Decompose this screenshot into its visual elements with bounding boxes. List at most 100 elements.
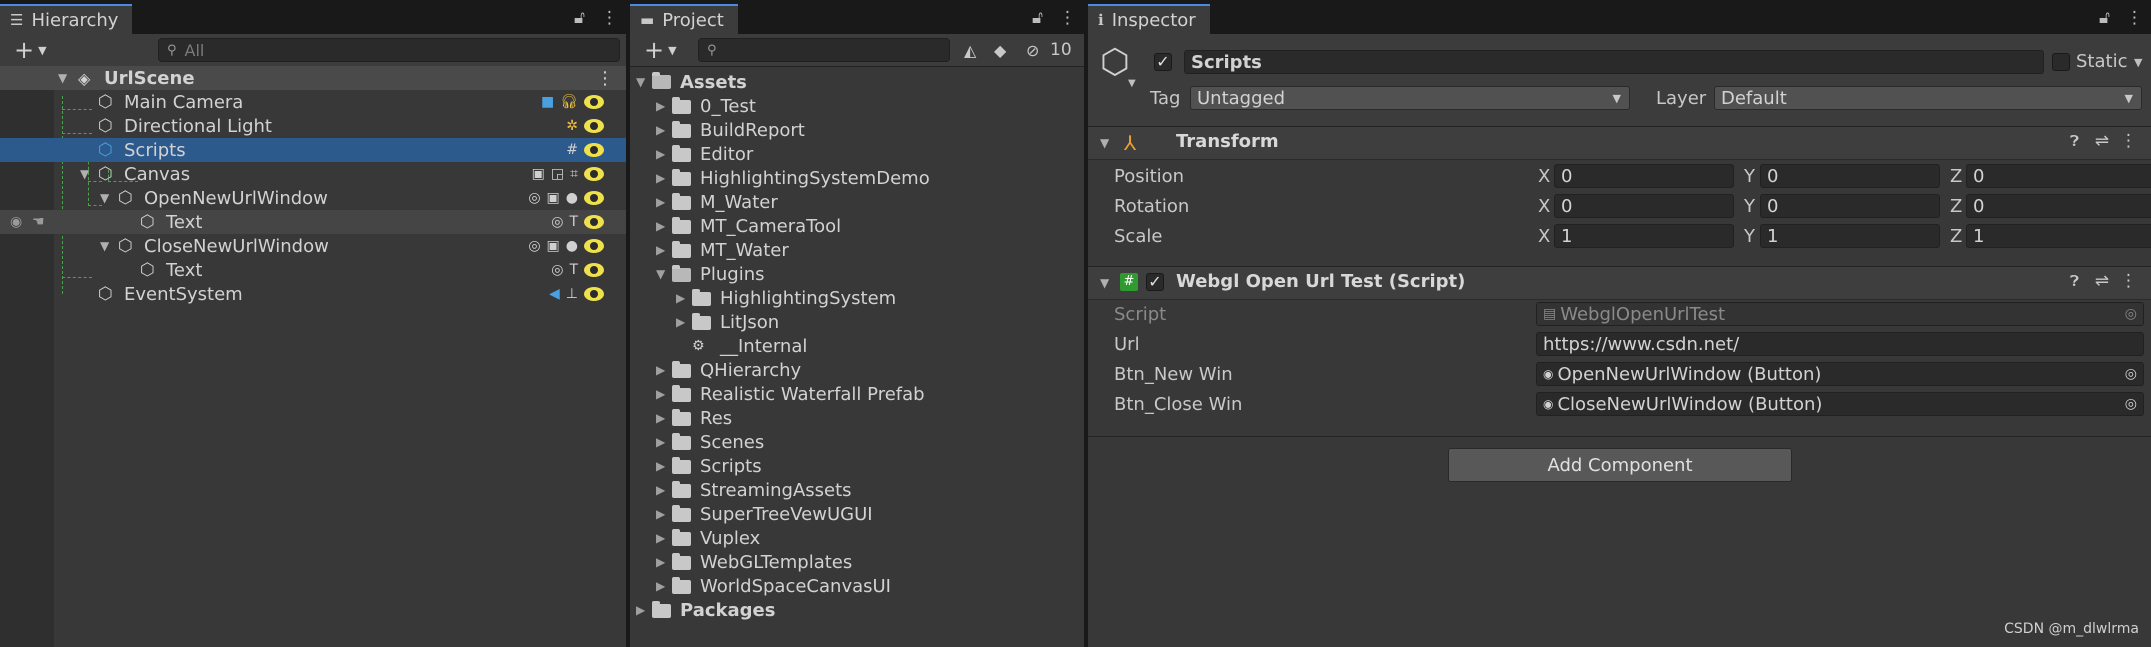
- visibility-eye-icon[interactable]: [584, 167, 604, 181]
- more-menu-icon[interactable]: ⋮: [601, 8, 618, 28]
- chevron-right-icon[interactable]: ▶: [656, 243, 665, 257]
- transform-header[interactable]: ▼ ⅄ Transform ❓︎ ⇌ ⋮: [1088, 126, 2151, 160]
- chevron-right-icon[interactable]: ▶: [636, 603, 645, 617]
- chevron-right-icon[interactable]: ▶: [656, 147, 665, 161]
- folder-item[interactable]: ▶ HighlightingSystemDemo: [630, 166, 1084, 190]
- folder-assets[interactable]: ▼ Assets: [630, 70, 1084, 94]
- btn-close-win-field[interactable]: ◉ CloseNewUrlWindow (Button) ◎: [1536, 392, 2144, 416]
- folder-item[interactable]: ⚙ __Internal: [630, 334, 1084, 358]
- rotation-x-input[interactable]: 0: [1554, 194, 1734, 218]
- folder-item[interactable]: ▶ M_Water: [630, 190, 1084, 214]
- chevron-down-icon[interactable]: ▼: [58, 71, 67, 85]
- label-tag-icon[interactable]: ◆: [994, 41, 1006, 60]
- lock-icon[interactable]: 🔓︎: [1032, 8, 1043, 28]
- hierarchy-item-canvas[interactable]: ▼ ⬡ Canvas ▣ ◲ ⌗: [0, 162, 626, 186]
- visibility-eye-icon[interactable]: [584, 191, 604, 205]
- lock-icon[interactable]: 🔓︎: [574, 8, 585, 28]
- script-enabled-checkbox[interactable]: ✓: [1146, 273, 1164, 291]
- component-menu-icon[interactable]: ⋮: [2120, 131, 2137, 151]
- visibility-eye-icon[interactable]: [584, 215, 604, 229]
- folder-item[interactable]: ▶ Scripts: [630, 454, 1084, 478]
- folder-item[interactable]: ▶ 0_Test: [630, 94, 1084, 118]
- chevron-right-icon[interactable]: ▶: [656, 459, 665, 473]
- chevron-right-icon[interactable]: ▶: [656, 531, 665, 545]
- tag-dropdown[interactable]: Untagged: [1190, 86, 1630, 110]
- chevron-right-icon[interactable]: ▶: [656, 99, 665, 113]
- chevron-right-icon[interactable]: ▶: [656, 171, 665, 185]
- chevron-down-icon[interactable]: ▼: [668, 44, 676, 57]
- project-search-input[interactable]: ⚲: [698, 38, 950, 62]
- chevron-right-icon[interactable]: ▶: [656, 195, 665, 209]
- help-icon[interactable]: ❓︎: [2070, 132, 2079, 150]
- position-z-input[interactable]: 0: [1966, 164, 2151, 188]
- chevron-right-icon[interactable]: ▶: [656, 555, 665, 569]
- chevron-down-icon[interactable]: ▼: [80, 167, 89, 181]
- folder-item[interactable]: ▶ QHierarchy: [630, 358, 1084, 382]
- folder-item[interactable]: ▶ WebGLTemplates: [630, 550, 1084, 574]
- help-icon[interactable]: ❓︎: [2070, 272, 2079, 290]
- presets-icon[interactable]: ⇌: [2095, 131, 2109, 151]
- hierarchy-search-input[interactable]: ⚲ All: [158, 38, 620, 62]
- folder-item[interactable]: ▶ HighlightingSystem: [630, 286, 1084, 310]
- btn-new-win-field[interactable]: ◉ OpenNewUrlWindow (Button) ◎: [1536, 362, 2144, 386]
- more-menu-icon[interactable]: ⋮: [1059, 8, 1076, 28]
- tab-project[interactable]: ▬ Project: [630, 4, 738, 34]
- chevron-down-icon[interactable]: ▼: [2134, 56, 2142, 69]
- component-menu-icon[interactable]: ⋮: [2120, 271, 2137, 291]
- scale-y-input[interactable]: 1: [1760, 224, 1940, 248]
- static-checkbox[interactable]: [2052, 53, 2070, 71]
- hierarchy-item-main-camera[interactable]: ⬡ Main Camera ■ 🎧︎: [0, 90, 626, 114]
- chevron-down-icon[interactable]: ▼: [656, 267, 665, 281]
- object-name-input[interactable]: Scripts: [1184, 50, 2044, 74]
- create-button[interactable]: +: [644, 36, 664, 64]
- folder-item[interactable]: ▶ LitJson: [630, 310, 1084, 334]
- folder-packages[interactable]: ▶ Packages: [630, 598, 1084, 622]
- visibility-eye-icon[interactable]: [584, 239, 604, 253]
- chevron-right-icon[interactable]: ▶: [656, 483, 665, 497]
- chevron-right-icon[interactable]: ▶: [656, 363, 665, 377]
- add-component-button[interactable]: Add Component: [1448, 448, 1792, 482]
- hierarchy-item-directional-light[interactable]: ⬡ Directional Light ✲: [0, 114, 626, 138]
- chevron-right-icon[interactable]: ▶: [656, 387, 665, 401]
- chevron-down-icon[interactable]: ▼: [38, 44, 46, 57]
- hierarchy-item-scripts[interactable]: ⬡ Scripts #: [0, 138, 626, 162]
- folder-item[interactable]: ▶ StreamingAssets: [630, 478, 1084, 502]
- scene-row[interactable]: ▼ ◈ UrlScene ⋮: [0, 66, 626, 90]
- create-button[interactable]: +: [14, 36, 34, 64]
- layer-dropdown[interactable]: Default: [1714, 86, 2142, 110]
- search-by-type-icon[interactable]: ◭: [964, 41, 976, 60]
- chevron-down-icon[interactable]: ▼: [636, 75, 645, 89]
- visibility-eye-icon[interactable]: [584, 287, 604, 301]
- presets-icon[interactable]: ⇌: [2095, 271, 2109, 291]
- chevron-right-icon[interactable]: ▶: [676, 315, 685, 329]
- scale-z-input[interactable]: 1: [1966, 224, 2151, 248]
- scene-menu-icon[interactable]: ⋮: [596, 68, 614, 89]
- chevron-right-icon[interactable]: ▶: [656, 579, 665, 593]
- more-menu-icon[interactable]: ⋮: [2126, 8, 2143, 28]
- scale-x-input[interactable]: 1: [1554, 224, 1734, 248]
- hierarchy-item-open-new-url-window[interactable]: ▼ ⬡ OpenNewUrlWindow ◎ ▣ ●: [0, 186, 626, 210]
- folder-item[interactable]: ▶ Realistic Waterfall Prefab: [630, 382, 1084, 406]
- hierarchy-item-text[interactable]: ⬡ Text ◎ T: [0, 258, 626, 282]
- position-x-input[interactable]: 0: [1554, 164, 1734, 188]
- position-y-input[interactable]: 0: [1760, 164, 1940, 188]
- tab-hierarchy[interactable]: ☰ Hierarchy: [0, 4, 133, 34]
- tab-inspector[interactable]: ℹ Inspector: [1088, 4, 1210, 34]
- hierarchy-item-text[interactable]: ◉ ☚ ⬡ Text ◎ T: [0, 210, 626, 234]
- hierarchy-item-event-system[interactable]: ⬡ EventSystem ◀ ⊥: [0, 282, 626, 306]
- hierarchy-item-close-new-url-window[interactable]: ▼ ⬡ CloseNewUrlWindow ◎ ▣ ●: [0, 234, 626, 258]
- chevron-right-icon[interactable]: ▶: [656, 507, 665, 521]
- object-picker-icon[interactable]: ◎: [2125, 366, 2137, 382]
- folder-item[interactable]: ▶ Editor: [630, 142, 1084, 166]
- folder-item[interactable]: ▶ Vuplex: [630, 526, 1084, 550]
- lock-icon[interactable]: 🔓︎: [2099, 8, 2110, 28]
- object-picker-icon[interactable]: ◎: [2125, 396, 2137, 412]
- folder-item[interactable]: ▼ Plugins: [630, 262, 1084, 286]
- folder-item[interactable]: ▶ SuperTreeVewUGUI: [630, 502, 1084, 526]
- chevron-down-icon[interactable]: ▼: [100, 239, 109, 253]
- url-input[interactable]: https://www.csdn.net/: [1536, 332, 2144, 356]
- chevron-right-icon[interactable]: ▶: [676, 291, 685, 305]
- pickability-hand-icon[interactable]: ☚: [32, 214, 45, 230]
- folder-item[interactable]: ▶ WorldSpaceCanvasUI: [630, 574, 1084, 598]
- visibility-eye-icon[interactable]: [584, 143, 604, 157]
